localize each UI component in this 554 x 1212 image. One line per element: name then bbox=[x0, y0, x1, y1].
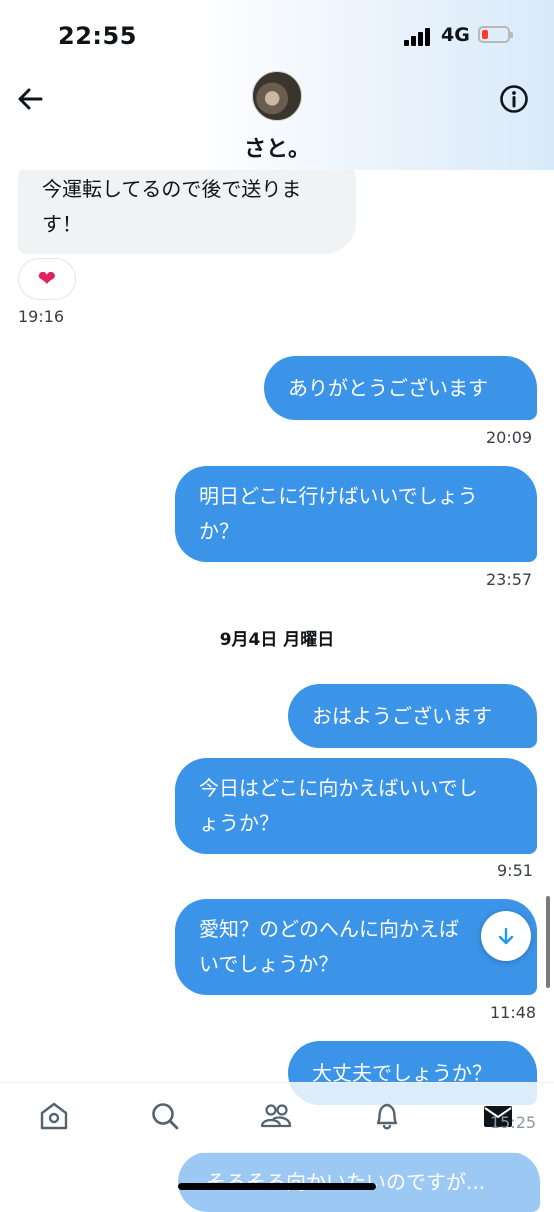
message-text: ありがとうございます bbox=[288, 375, 488, 400]
message-timestamp: 19:16 bbox=[18, 307, 65, 326]
message-text: おはようございます bbox=[312, 703, 492, 728]
signal-icon bbox=[404, 28, 434, 46]
avatar[interactable] bbox=[252, 71, 302, 121]
heart-icon[interactable]: ❤ bbox=[18, 258, 76, 300]
status-bar: 22:55 4G bbox=[0, 0, 554, 75]
back-arrow-icon[interactable] bbox=[14, 83, 46, 115]
message-outgoing[interactable]: 明日どこに行けばいいでしょう か？ bbox=[175, 466, 537, 562]
message-timestamp: 9:51 bbox=[497, 861, 533, 880]
message-text: 愛知？のどのへんに向かえば bbox=[199, 917, 459, 941]
scrollbar[interactable] bbox=[546, 896, 550, 988]
date-separator: 9月4日 月曜日 bbox=[219, 630, 335, 650]
message-timestamp: 11:48 bbox=[490, 1003, 537, 1022]
message-timestamp: 23:57 bbox=[486, 570, 533, 589]
message-text: 明日どこに行けばいいでしょう bbox=[199, 484, 478, 508]
scroll-to-bottom-button[interactable] bbox=[481, 911, 531, 961]
bottom-tab-bar: 15:25 bbox=[0, 1082, 554, 1153]
message-list[interactable]: 今運転してるので後で送りま す！ ❤ 19:16 ありがとうございます 20:0… bbox=[0, 0, 554, 1200]
bell-icon[interactable] bbox=[370, 1099, 404, 1133]
network-type: 4G bbox=[441, 24, 470, 46]
message-text: 今運転してるので後で送りま bbox=[42, 177, 302, 201]
message-outgoing[interactable]: おはようございます bbox=[288, 684, 537, 748]
message-timestamp: 15:25 bbox=[490, 1113, 537, 1132]
info-icon[interactable] bbox=[498, 83, 530, 115]
message-preview-bubble[interactable]: そろそろ向かいたいのですが... bbox=[178, 1152, 540, 1212]
home-icon[interactable] bbox=[37, 1099, 71, 1133]
message-text: いでしょうか？ bbox=[199, 952, 339, 976]
message-text: ょうか？ bbox=[199, 811, 279, 835]
home-indicator[interactable] bbox=[178, 1183, 376, 1190]
contact-name[interactable]: さと。 bbox=[0, 131, 554, 163]
conversation-header: さと。 bbox=[0, 71, 554, 170]
communities-icon[interactable] bbox=[259, 1099, 293, 1133]
message-text: す！ bbox=[42, 212, 82, 236]
message-outgoing[interactable]: ありがとうございます bbox=[264, 356, 537, 420]
battery-icon bbox=[478, 26, 513, 43]
search-icon[interactable] bbox=[148, 1099, 182, 1133]
message-text: か？ bbox=[199, 519, 239, 543]
arrow-down-icon bbox=[498, 927, 514, 945]
status-time: 22:55 bbox=[58, 22, 137, 50]
message-timestamp: 20:09 bbox=[486, 428, 533, 447]
message-outgoing[interactable]: 今日はどこに向かえばいいでし ょうか？ bbox=[175, 758, 537, 854]
message-text: 今日はどこに向かえばいいでし bbox=[199, 776, 478, 800]
